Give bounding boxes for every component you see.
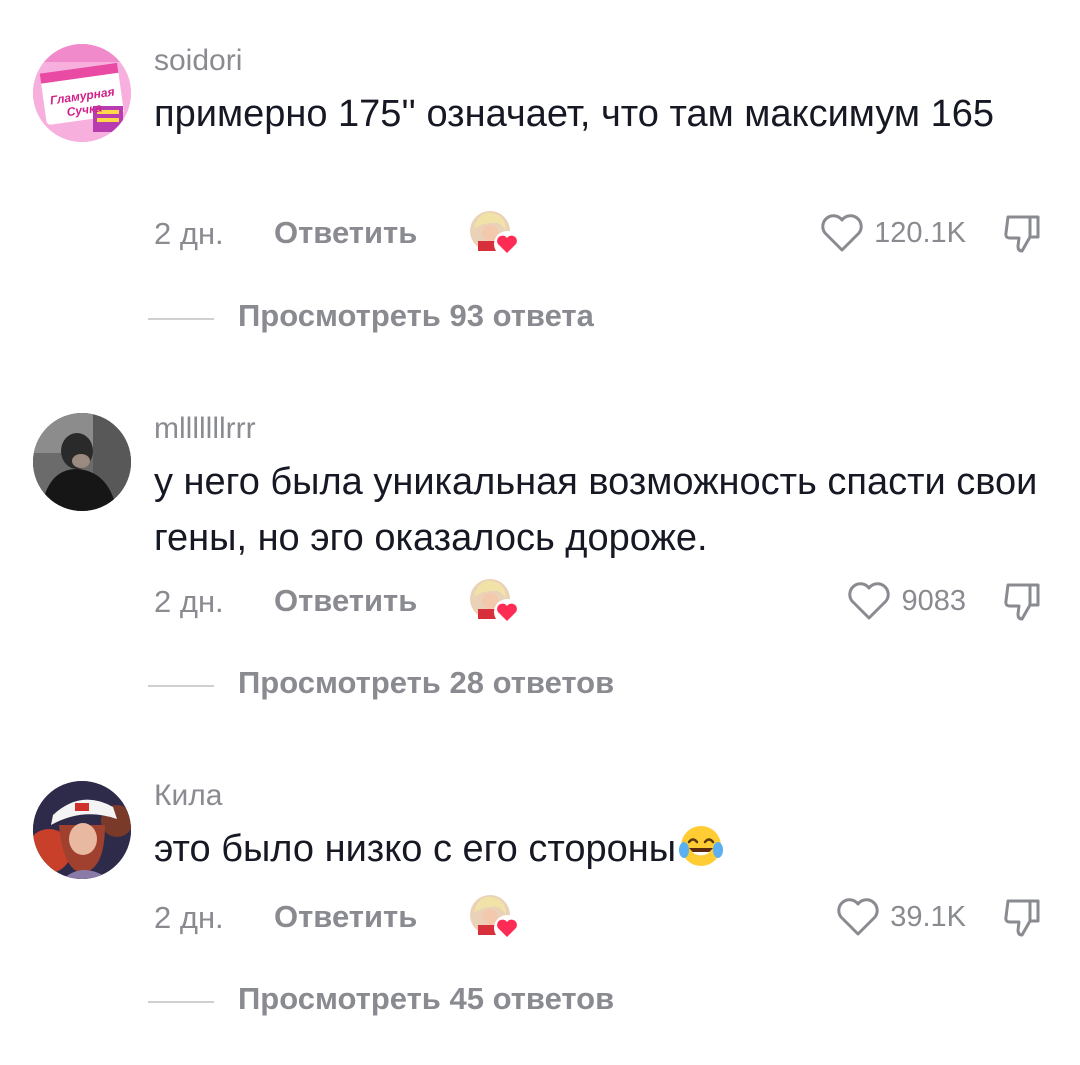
comment-time: 2 дн. <box>154 216 224 251</box>
avatar[interactable] <box>33 413 131 511</box>
comment-text: у него была уникальная возможность спаст… <box>154 461 1038 559</box>
comment-actions: 2 дн. Ответить 39.1K <box>154 892 1044 942</box>
dislike-icon[interactable] <box>1000 211 1044 255</box>
comment-text: примерно 175'' означает, что там максиму… <box>154 93 995 135</box>
comment-actions: 2 дн. Ответить 9083 <box>154 576 1044 626</box>
like-count: 39.1K <box>890 900 966 933</box>
like-button[interactable]: 39.1K <box>836 896 966 938</box>
avatar[interactable]: Гламурная Сучка <box>33 44 131 142</box>
avatar-image <box>33 413 131 511</box>
heart-icon <box>848 582 891 620</box>
reply-button[interactable]: Ответить <box>274 583 417 619</box>
creator-liked-icon <box>470 211 520 257</box>
replies-divider <box>148 1001 214 1003</box>
view-replies-label: Просмотреть 28 ответов <box>238 665 615 700</box>
heart-icon <box>821 214 863 252</box>
like-button[interactable]: 9083 <box>847 580 966 622</box>
view-replies-label: Просмотреть 93 ответа <box>238 298 594 333</box>
reply-button[interactable]: Ответить <box>274 215 417 251</box>
comment-text: это было низко с его стороны <box>154 821 1054 877</box>
avatar-image: Гламурная Сучка <box>33 44 131 142</box>
like-count: 120.1K <box>874 216 966 249</box>
heart-icon <box>837 898 879 936</box>
avatar-image <box>33 781 131 879</box>
dislike-icon[interactable] <box>1000 579 1044 623</box>
comment-time: 2 дн. <box>154 584 224 619</box>
reply-button[interactable]: Ответить <box>274 899 417 935</box>
username[interactable]: soidori <box>154 44 242 78</box>
comment-time: 2 дн. <box>154 900 224 935</box>
comment-actions: 2 дн. Ответить 120.1K <box>154 208 1044 258</box>
view-replies-label: Просмотреть 45 ответов <box>238 981 615 1016</box>
view-replies-button[interactable]: Просмотреть 93 ответа <box>148 298 648 338</box>
like-count: 9083 <box>901 584 966 617</box>
creator-liked-icon <box>470 579 520 625</box>
view-replies-button[interactable]: Просмотреть 45 ответов <box>148 981 668 1021</box>
username[interactable]: mlllllllrrr <box>154 412 256 446</box>
avatar[interactable] <box>33 781 131 879</box>
like-button[interactable]: 120.1K <box>820 212 966 254</box>
replies-divider <box>148 685 214 687</box>
creator-liked-icon <box>470 895 520 941</box>
comment-text-content: это было низко с его стороны <box>154 828 677 870</box>
view-replies-button[interactable]: Просмотреть 28 ответов <box>148 665 668 705</box>
username[interactable]: Кила <box>154 779 222 813</box>
face-with-tears-of-joy-icon <box>679 826 724 866</box>
replies-divider <box>148 318 214 320</box>
dislike-icon[interactable] <box>1000 895 1044 939</box>
